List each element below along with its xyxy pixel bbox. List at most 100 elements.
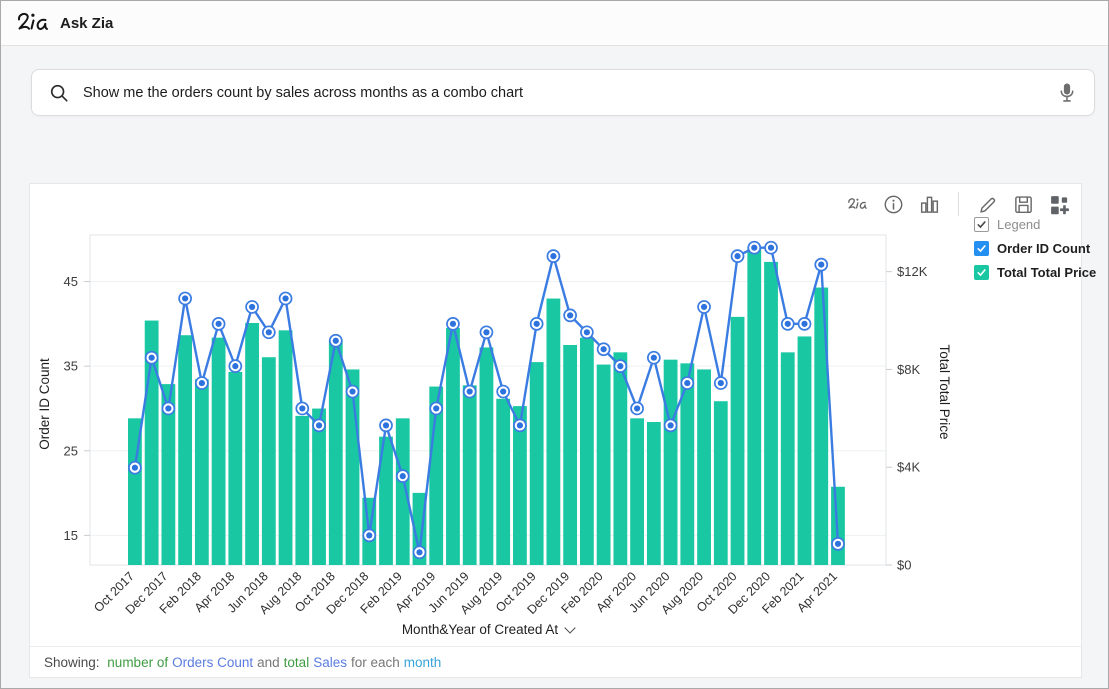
ask-zia-window: Ask Zia — [0, 0, 1109, 689]
line-point-core — [601, 346, 607, 352]
showing-segment: and — [257, 655, 280, 670]
bar-Mar 2018[interactable] — [212, 338, 226, 565]
microphone-icon[interactable] — [1056, 81, 1078, 104]
bar-Feb 2019[interactable] — [396, 418, 410, 565]
y-left-tick-label: 35 — [64, 359, 78, 374]
bar-Nov 2020[interactable] — [747, 247, 761, 565]
line-point-core — [132, 465, 138, 471]
page-title: Ask Zia — [60, 15, 113, 32]
ask-zia-search-bar — [31, 69, 1095, 116]
line-point-core — [684, 380, 690, 386]
showing-segment: number of — [107, 655, 168, 670]
bar-Sep 2020[interactable] — [714, 401, 728, 565]
line-point-core — [216, 321, 222, 327]
chart-card: LegendOrder ID CountTotal Total Price 45… — [29, 183, 1082, 678]
y-right-tick-label: $4K — [897, 460, 920, 475]
bar-May 2019[interactable] — [446, 328, 460, 565]
bar-Aug 2019[interactable] — [496, 399, 510, 565]
bar-Jan 2021[interactable] — [781, 352, 795, 565]
line-point-core — [299, 405, 305, 411]
y-right-tick-label: $0 — [897, 558, 911, 573]
app-header: Ask Zia — [1, 1, 1108, 46]
line-point-core — [785, 321, 791, 327]
bar-Jul 2019[interactable] — [480, 347, 494, 565]
line-point-core — [768, 245, 774, 251]
line-point-core — [567, 312, 573, 318]
line-point-core — [450, 321, 456, 327]
showing-segment: Orders Count — [172, 655, 253, 670]
bar-Aug 2020[interactable] — [697, 369, 711, 565]
showing-segment: total — [284, 655, 310, 670]
line-point-core — [500, 388, 506, 394]
line-point-core — [400, 473, 406, 479]
bar-Nov 2019[interactable] — [547, 299, 561, 565]
line-point-core — [751, 245, 757, 251]
y-right-tick-label: $12K — [897, 264, 928, 279]
line-point-core — [617, 363, 623, 369]
bar-Feb 2018[interactable] — [195, 379, 209, 565]
line-point-core — [383, 422, 389, 428]
combo-chart: 45352515$12K$8K$4K$0Oct 2017Dec 2017Feb … — [30, 184, 1083, 651]
bar-Dec 2020[interactable] — [764, 262, 778, 565]
line-point-core — [232, 363, 238, 369]
line-point-core — [316, 422, 322, 428]
bar-Mar 2020[interactable] — [613, 352, 627, 565]
line-point-core — [718, 380, 724, 386]
showing-segment: Sales — [313, 655, 347, 670]
showing-segment: month — [404, 655, 442, 670]
line-point-core — [266, 329, 272, 335]
line-point-core — [667, 422, 673, 428]
query-input[interactable] — [81, 84, 1056, 102]
x-axis-title-dropdown[interactable]: Month&Year of Created At — [90, 622, 886, 637]
line-point-core — [517, 422, 523, 428]
line-point-core — [818, 262, 824, 268]
line-point-core — [182, 295, 188, 301]
bar-Jan 2018[interactable] — [178, 335, 192, 565]
zia-logo — [16, 11, 50, 35]
line-point-core — [149, 355, 155, 361]
line-point-core — [534, 321, 540, 327]
showing-summary: Showing: number of Orders Count and totalSa… — [30, 646, 1081, 677]
bar-Feb 2021[interactable] — [798, 336, 812, 565]
bar-Oct 2019[interactable] — [530, 362, 544, 565]
line-point-core — [282, 295, 288, 301]
bar-Apr 2018[interactable] — [228, 372, 242, 565]
bar-Feb 2020[interactable] — [597, 365, 611, 565]
bar-Jun 2019[interactable] — [463, 385, 477, 565]
line-point-core — [467, 388, 473, 394]
line-point-core — [801, 321, 807, 327]
line-point-core — [550, 253, 556, 259]
chevron-down-icon — [565, 622, 576, 633]
bar-Jun 2018[interactable] — [262, 357, 276, 565]
line-point-core — [349, 388, 355, 394]
y-right-axis-title: Total Total Price — [937, 344, 952, 439]
search-icon — [49, 83, 69, 103]
bar-May 2018[interactable] — [245, 323, 259, 565]
bar-Dec 2019[interactable] — [563, 345, 577, 565]
line-point-core — [634, 405, 640, 411]
line-point-core — [416, 549, 422, 555]
bar-Jul 2018[interactable] — [279, 330, 293, 565]
showing-segment: Showing: — [44, 655, 103, 670]
bar-Apr 2020[interactable] — [630, 418, 644, 565]
bar-Oct 2018[interactable] — [329, 340, 343, 565]
line-point-core — [366, 532, 372, 538]
bar-Jan 2020[interactable] — [580, 338, 594, 565]
y-right-tick-label: $8K — [897, 362, 920, 377]
bar-Aug 2018[interactable] — [295, 416, 309, 565]
bar-Oct 2020[interactable] — [731, 317, 745, 565]
line-point-core — [333, 338, 339, 344]
y-left-tick-label: 15 — [64, 528, 78, 543]
y-left-tick-label: 25 — [64, 443, 78, 458]
line-point-core — [835, 541, 841, 547]
x-axis-title-label: Month&Year of Created At — [402, 622, 558, 637]
y-left-axis-title: Order ID Count — [37, 358, 52, 450]
line-point-core — [433, 405, 439, 411]
line-point-core — [701, 304, 707, 310]
bar-Jun 2020[interactable] — [664, 360, 678, 565]
line-point-core — [651, 355, 657, 361]
line-point-core — [165, 405, 171, 411]
bar-May 2020[interactable] — [647, 422, 661, 565]
line-point-core — [584, 329, 590, 335]
y-left-tick-label: 45 — [64, 274, 78, 289]
